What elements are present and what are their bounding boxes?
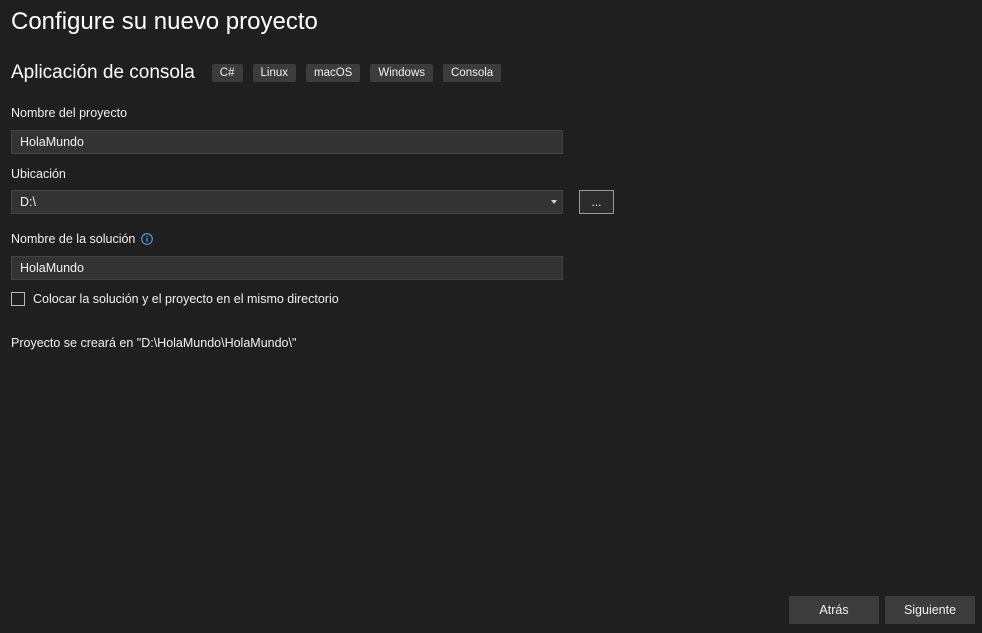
tag-macos: macOS bbox=[306, 64, 361, 82]
page-title: Configure su nuevo proyecto bbox=[11, 8, 318, 35]
template-header: Aplicación de consola C# Linux macOS Win… bbox=[11, 60, 511, 86]
configure-project-dialog: Configure su nuevo proyecto Aplicación d… bbox=[0, 0, 982, 633]
tag-csharp: C# bbox=[211, 64, 243, 82]
same-directory-option[interactable]: Colocar la solución y el proyecto en el … bbox=[11, 292, 339, 306]
project-name-input[interactable] bbox=[11, 130, 563, 154]
solution-name-label: Nombre de la solución bbox=[11, 232, 136, 246]
info-icon[interactable] bbox=[141, 233, 154, 245]
same-directory-checkbox[interactable] bbox=[11, 292, 25, 306]
tag-console: Consola bbox=[443, 64, 502, 82]
same-directory-label[interactable]: Colocar la solución y el proyecto en el … bbox=[33, 292, 339, 306]
browse-button[interactable]: ... bbox=[579, 190, 614, 214]
project-name-label: Nombre del proyecto bbox=[11, 106, 128, 120]
tag-linux: Linux bbox=[252, 64, 296, 82]
next-button[interactable]: Siguiente bbox=[885, 596, 975, 624]
solution-name-label-row: Nombre de la solución bbox=[11, 231, 154, 247]
back-button[interactable]: Atrás bbox=[789, 596, 879, 624]
project-path-note: Proyecto se creará en "D:\HolaMundo\Hola… bbox=[11, 336, 297, 350]
solution-name-input[interactable] bbox=[11, 256, 563, 280]
tag-windows: Windows bbox=[370, 64, 433, 82]
location-combobox[interactable]: D:\ bbox=[11, 190, 563, 214]
template-name: Aplicación de consola bbox=[11, 62, 195, 83]
location-label: Ubicación bbox=[11, 167, 66, 181]
location-value: D:\ bbox=[20, 195, 36, 209]
chevron-down-icon[interactable] bbox=[551, 200, 557, 204]
